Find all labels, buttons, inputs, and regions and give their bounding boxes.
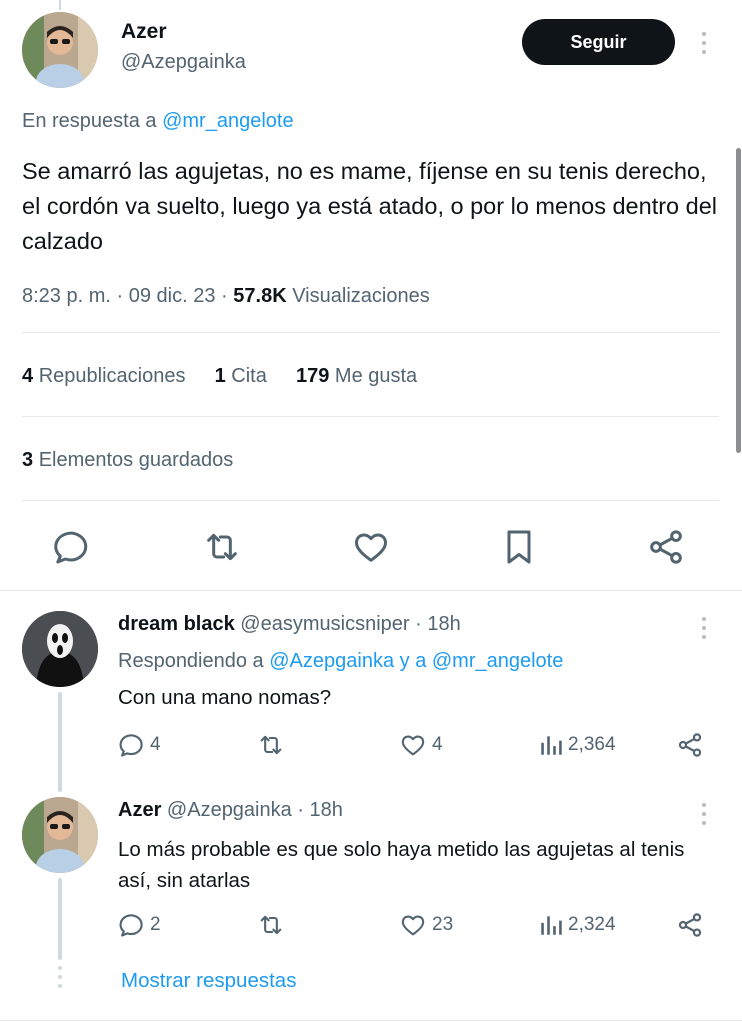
share-icon[interactable]: [646, 527, 686, 567]
quotes-label: Cita: [231, 365, 267, 387]
scrollbar-thumb[interactable]: [736, 148, 741, 453]
like-icon: [398, 731, 428, 759]
views-count: 57.8K: [233, 285, 287, 307]
thread-line: [58, 878, 62, 960]
reply-share-icon[interactable]: [676, 911, 704, 939]
divider: [22, 500, 719, 501]
reply-author-name[interactable]: dream black: [118, 613, 235, 635]
tweet-date[interactable]: 09 dic. 23: [129, 285, 216, 307]
views-label: Visualizaciones: [292, 285, 430, 307]
retweet-icon[interactable]: [201, 527, 243, 567]
author-handle[interactable]: @Azepgainka: [121, 51, 246, 74]
bookmark-icon[interactable]: [499, 527, 539, 567]
retweet-icon: [256, 911, 286, 939]
show-replies-link[interactable]: Mostrar respuestas: [121, 969, 296, 993]
likes-label: Me gusta: [334, 365, 418, 387]
replying-context: Respondiendo a @Azepgainka y a @mr_angel…: [118, 650, 563, 673]
more-replies-dots-icon: [57, 966, 63, 988]
reply-reply-button[interactable]: 4: [118, 731, 161, 759]
view-count: 2,324: [568, 914, 616, 935]
reply-context: En respuesta a @mr_angelote: [22, 110, 294, 133]
follow-button[interactable]: Seguir: [522, 19, 675, 65]
reply-retweet-button[interactable]: [256, 731, 286, 759]
reply-context-prefix: En respuesta a: [22, 110, 157, 132]
retweet-icon: [256, 731, 286, 759]
reply-share-icon[interactable]: [676, 731, 704, 759]
reply-count: 4: [150, 734, 161, 755]
reply-to-link[interactable]: @mr_angelote: [162, 110, 293, 132]
thread-top-line: [59, 0, 61, 10]
reply-more-icon[interactable]: [701, 617, 707, 639]
retweets-stat[interactable]: 4 Republicaciones: [22, 365, 185, 387]
tweet-meta: 8:23 p. m. · 09 dic. 23 · 57.8K Visualiz…: [22, 285, 430, 308]
like-icon: [398, 911, 428, 939]
engagement-stats: 4 Republicaciones 1 Cita 179 Me gusta: [22, 365, 417, 388]
reply-views-button[interactable]: 2,364: [538, 731, 616, 759]
reply-icon[interactable]: [52, 527, 92, 567]
author-avatar[interactable]: [22, 12, 98, 88]
reply-dot: ·: [297, 799, 304, 821]
likes-count: 179: [295, 365, 330, 387]
view-count: 2,364: [568, 734, 616, 755]
author-name[interactable]: Azer: [121, 20, 167, 44]
replying-to-link[interactable]: @Azepgainka y a @mr_angelote: [269, 650, 563, 672]
reply-text: Lo más probable es que solo haya metido …: [118, 838, 685, 892]
views-icon: [538, 731, 564, 759]
divider: [22, 416, 719, 417]
quotes-stat[interactable]: 1 Cita: [215, 365, 267, 387]
tweet-time[interactable]: 8:23 p. m.: [22, 285, 111, 307]
reply-icon: [118, 911, 146, 939]
reply-header: dream black @easymusicsniper · 18h: [118, 613, 461, 636]
reply-time[interactable]: 18h: [427, 613, 460, 635]
section-divider: [0, 590, 742, 591]
retweets-count: 4: [22, 365, 34, 387]
meta-dot: ·: [116, 285, 124, 307]
reply-text: Con una mano nomas?: [118, 686, 332, 709]
reply-author-handle[interactable]: @easymusicsniper: [240, 613, 409, 635]
reply-more-icon[interactable]: [701, 803, 707, 825]
meta-dot: ·: [221, 285, 228, 307]
reply-views-button[interactable]: 2,324: [538, 911, 616, 939]
quotes-count: 1: [214, 365, 226, 387]
reply-like-button[interactable]: 23: [398, 911, 453, 939]
more-options-icon[interactable]: [701, 32, 707, 54]
like-icon[interactable]: [350, 527, 392, 567]
bookmarks-label: Elementos guardados: [38, 449, 234, 471]
reply-time[interactable]: 18h: [310, 799, 343, 821]
divider: [22, 332, 719, 333]
reply-like-button[interactable]: 4: [398, 731, 443, 759]
bookmarks-stat[interactable]: 3 Elementos guardados: [22, 449, 233, 472]
reply-avatar[interactable]: [22, 797, 98, 873]
thread-line: [58, 692, 62, 792]
section-divider: [0, 1020, 742, 1021]
reply-count: 2: [150, 914, 161, 935]
reply-author-handle[interactable]: @Azepgainka: [167, 799, 292, 821]
reply-reply-button[interactable]: 2: [118, 911, 161, 939]
likes-stat[interactable]: 179 Me gusta: [296, 365, 417, 387]
bookmarks-count: 3: [22, 449, 34, 471]
reply-avatar[interactable]: [22, 611, 98, 687]
tweet-text: Se amarró las agujetas, no es mame, fíje…: [22, 158, 718, 254]
reply-icon: [118, 731, 146, 759]
retweets-label: Republicaciones: [38, 365, 186, 387]
reply-dot: ·: [415, 613, 422, 635]
reply-retweet-button[interactable]: [256, 911, 286, 939]
like-count: 4: [432, 734, 443, 755]
reply-header: Azer @Azepgainka · 18h: [118, 799, 343, 822]
views-icon: [538, 911, 564, 939]
like-count: 23: [432, 914, 454, 935]
reply-author-name[interactable]: Azer: [118, 799, 161, 821]
replying-prefix: Respondiendo a: [118, 650, 264, 672]
